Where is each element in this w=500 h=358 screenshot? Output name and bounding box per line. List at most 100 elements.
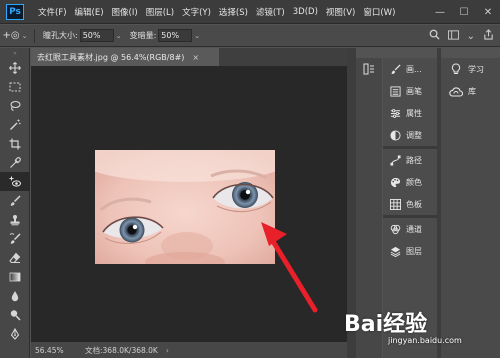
color-palette-icon: [389, 176, 401, 188]
pupil-size-label: 瞳孔大小:: [43, 31, 78, 40]
eyedropper-tool-icon[interactable]: [0, 153, 30, 172]
panel-label: 属性: [406, 108, 422, 118]
document-tab-bar: 去红眼工具素材.jpg @ 56.4%(RGB/8#) ×: [31, 48, 347, 66]
tools-panel: »: [0, 48, 30, 358]
photo-canvas[interactable]: [95, 150, 275, 264]
panel-learn[interactable]: 学习: [441, 58, 500, 80]
chevron-down-icon[interactable]: ⌄: [467, 31, 475, 42]
red-eye-tool-icon: +◎: [2, 30, 20, 41]
eraser-tool-icon[interactable]: [0, 248, 30, 267]
darken-amount-field[interactable]: 50%: [158, 29, 193, 42]
panel-layers[interactable]: 图层: [383, 240, 437, 262]
options-bar: +◎ ⌄ 瞳孔大小: 50% ⌄ 变暗量: 50% ⌄ ⌄: [0, 25, 500, 47]
menu-image[interactable]: 图像(I): [108, 6, 142, 18]
panel-label: 路径: [406, 155, 422, 165]
history-icon[interactable]: [356, 58, 382, 80]
menu-window[interactable]: 窗口(W): [359, 6, 399, 18]
menu-type[interactable]: 文字(Y): [178, 6, 215, 18]
baby-eyes-photo: [95, 150, 275, 264]
menu-edit[interactable]: 编辑(E): [71, 6, 108, 18]
panel-label: 学习: [468, 64, 484, 74]
dodge-tool-icon[interactable]: [0, 305, 30, 324]
menu-3d[interactable]: 3D(D): [289, 7, 322, 17]
crop-tool-icon[interactable]: [0, 134, 30, 153]
pupil-size-dropdown[interactable]: ⌄: [116, 32, 122, 40]
adjustments-icon: [389, 129, 401, 141]
panel-group: 通道 图层: [383, 218, 437, 262]
panel-label: 画...: [406, 64, 422, 74]
red-arrow-annotation: [261, 222, 318, 313]
chevron-down-icon: ⌄: [21, 31, 28, 40]
menu-file[interactable]: 文件(F): [34, 6, 71, 18]
document-tab-title: 去红眼工具素材.jpg @ 56.4%(RGB/8#): [37, 52, 185, 62]
canvas-area[interactable]: [31, 66, 347, 342]
panel-libraries[interactable]: 库: [441, 80, 500, 102]
brushes-icon: [389, 85, 401, 97]
panel-label: 库: [468, 86, 476, 96]
panel-color[interactable]: 颜色: [383, 171, 437, 193]
panel-label: 通道: [406, 224, 422, 234]
menu-view[interactable]: 视图(V): [322, 6, 359, 18]
divider: [34, 28, 35, 43]
magic-wand-tool-icon[interactable]: [0, 115, 30, 134]
maximize-button[interactable]: ☐: [452, 0, 476, 24]
menu-layer[interactable]: 图层(L): [142, 6, 178, 18]
watermark-url: jingyan.baidu.com: [388, 336, 462, 345]
toolbar-collapse-icon[interactable]: »: [0, 48, 30, 58]
close-icon[interactable]: ×: [192, 53, 199, 62]
layers-icon: [389, 245, 401, 257]
paths-icon: [389, 154, 401, 166]
blur-tool-icon[interactable]: [0, 286, 30, 305]
move-tool-icon[interactable]: [0, 58, 30, 77]
darken-amount-label: 变暗量:: [129, 31, 157, 40]
panel-brushes[interactable]: 画笔: [383, 80, 437, 102]
lasso-tool-icon[interactable]: [0, 96, 30, 115]
menu-bar: Ps 文件(F) 编辑(E) 图像(I) 图层(L) 文字(Y) 选择(S) 滤…: [0, 0, 500, 24]
menu-select[interactable]: 选择(S): [215, 6, 252, 18]
red-eye-tool-icon[interactable]: [0, 172, 30, 191]
watermark-logo: Bai经验: [344, 312, 428, 337]
panel-channels[interactable]: 通道: [383, 218, 437, 240]
watermark: Bai经验 jingyan.baidu.com: [344, 306, 494, 354]
panel-group: 路径 颜色 色板: [383, 149, 437, 218]
panel-group: 画... 画笔 属性 调整: [383, 58, 437, 149]
close-button[interactable]: ✕: [476, 0, 500, 24]
minimize-button[interactable]: —: [428, 0, 452, 24]
swatches-grid-icon: [389, 198, 401, 210]
tool-preset-picker[interactable]: +◎ ⌄: [0, 30, 30, 41]
panel-properties[interactable]: 属性: [383, 102, 437, 124]
clone-stamp-tool-icon[interactable]: [0, 210, 30, 229]
brush-tool-icon[interactable]: [0, 191, 30, 210]
chevron-right-icon[interactable]: ›: [166, 346, 169, 355]
pupil-size-field[interactable]: 50%: [79, 29, 114, 42]
pen-tool-icon[interactable]: [0, 324, 30, 343]
options-right-tools: ⌄: [429, 25, 494, 47]
panel-adjustments[interactable]: 调整: [383, 124, 437, 146]
panel-label: 图层: [406, 246, 422, 256]
panel-swatches[interactable]: 色板: [383, 193, 437, 215]
panel-paths[interactable]: 路径: [383, 149, 437, 171]
lightbulb-icon: [449, 63, 463, 75]
status-bar: 56.45% 文档:368.0K/368.0K ›: [31, 342, 347, 358]
marquee-tool-icon[interactable]: [0, 77, 30, 96]
channels-icon: [389, 223, 401, 235]
workspace-icon[interactable]: [447, 29, 459, 43]
search-icon[interactable]: [429, 29, 440, 43]
photoshop-logo: Ps: [6, 3, 24, 20]
properties-icon: [389, 107, 401, 119]
brush-settings-icon: [389, 63, 401, 75]
panel-label: 色板: [406, 199, 422, 209]
darken-amount-dropdown[interactable]: ⌄: [194, 32, 200, 40]
history-brush-tool-icon[interactable]: [0, 229, 30, 248]
share-icon[interactable]: [483, 29, 494, 43]
panel-label: 调整: [406, 130, 422, 140]
zoom-level[interactable]: 56.45%: [31, 346, 71, 355]
panel-label: 颜色: [406, 177, 422, 187]
photoshop-window: Ps 文件(F) 编辑(E) 图像(I) 图层(L) 文字(Y) 选择(S) 滤…: [0, 0, 500, 358]
menu-filter[interactable]: 滤镜(T): [252, 6, 289, 18]
document-tab[interactable]: 去红眼工具素材.jpg @ 56.4%(RGB/8#) ×: [31, 48, 219, 66]
panel-label: 画笔: [406, 86, 422, 96]
gradient-tool-icon[interactable]: [0, 267, 30, 286]
panel-brush-settings[interactable]: 画...: [383, 58, 437, 80]
document-info: 文档:368.0K/368.0K: [85, 345, 158, 355]
